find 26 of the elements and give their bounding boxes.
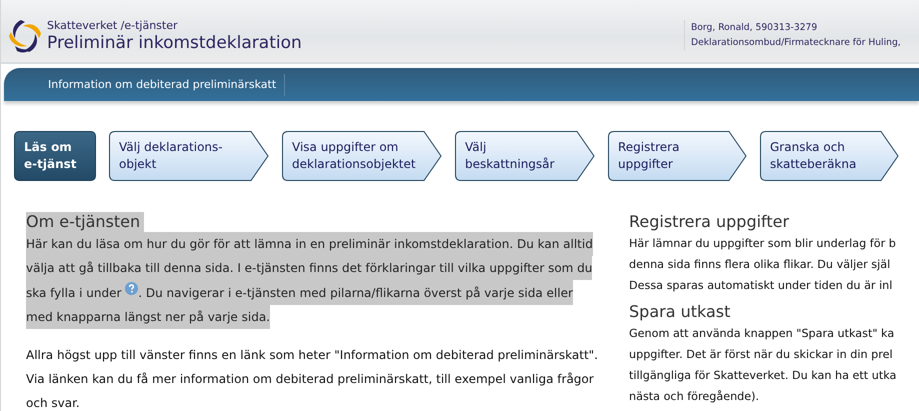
logo-icon [7, 18, 43, 54]
text-line: uppgifter. Det är först när du skickar in din prel [629, 347, 894, 363]
user-name: Borg, Ronald, 590313-3279 [691, 21, 818, 35]
text-line: Via länken kan du få mer information om debiterad preliminärskatt, till exempel vanliga frågor [26, 371, 595, 388]
text-line: Genom att använda knappen "Spara utkast" ka [629, 326, 896, 342]
app-title: Preliminär inkomstdeklaration [47, 33, 302, 53]
section-heading: Spara utkast [629, 302, 732, 322]
text-line: denna sida finns flera olika flikar. Du väljer själ [629, 257, 892, 273]
text-line: tillgängliga för Skatteverket. Du kan ha ett utka [629, 368, 896, 384]
text-line: och svar. [26, 395, 81, 411]
step-tab[interactable]: Läs om e-tjänst [14, 131, 96, 181]
step-arrow-tab[interactable]: Registrera uppgifter [608, 131, 747, 181]
step-arrow-tab[interactable]: Välj deklarations-objekt [109, 131, 269, 181]
help-icon[interactable] [125, 282, 138, 295]
step-arrow-tab[interactable]: Välj beskattningsår [455, 131, 595, 181]
text-line: Här lämnar du uppgifter som blir underlag för b [629, 236, 896, 252]
section-heading: Registrera uppgifter [629, 212, 790, 232]
nav-link[interactable]: Information om debiterad preliminärskatt [48, 74, 286, 96]
text-line: Allra högst upp till vänster finns en länk som heter "Information om debiterad preliminärskatt". [26, 347, 599, 364]
step-arrow-tab[interactable]: Visa uppgifter om deklarationsobjektet [282, 131, 442, 181]
text-line: nästa och föregående). [629, 389, 760, 405]
service-name: Skatteverket /e-tjänster [47, 19, 179, 32]
step-arrow-tab[interactable]: Granska och skatteberäkna [760, 131, 899, 181]
section-heading: Om e-tjänsten [26, 212, 144, 232]
user-role: Deklarationsombud/Firmatecknare för Huling, [691, 36, 902, 50]
text-line: Dessa sparas automatiskt under tiden du är inl [629, 278, 894, 294]
